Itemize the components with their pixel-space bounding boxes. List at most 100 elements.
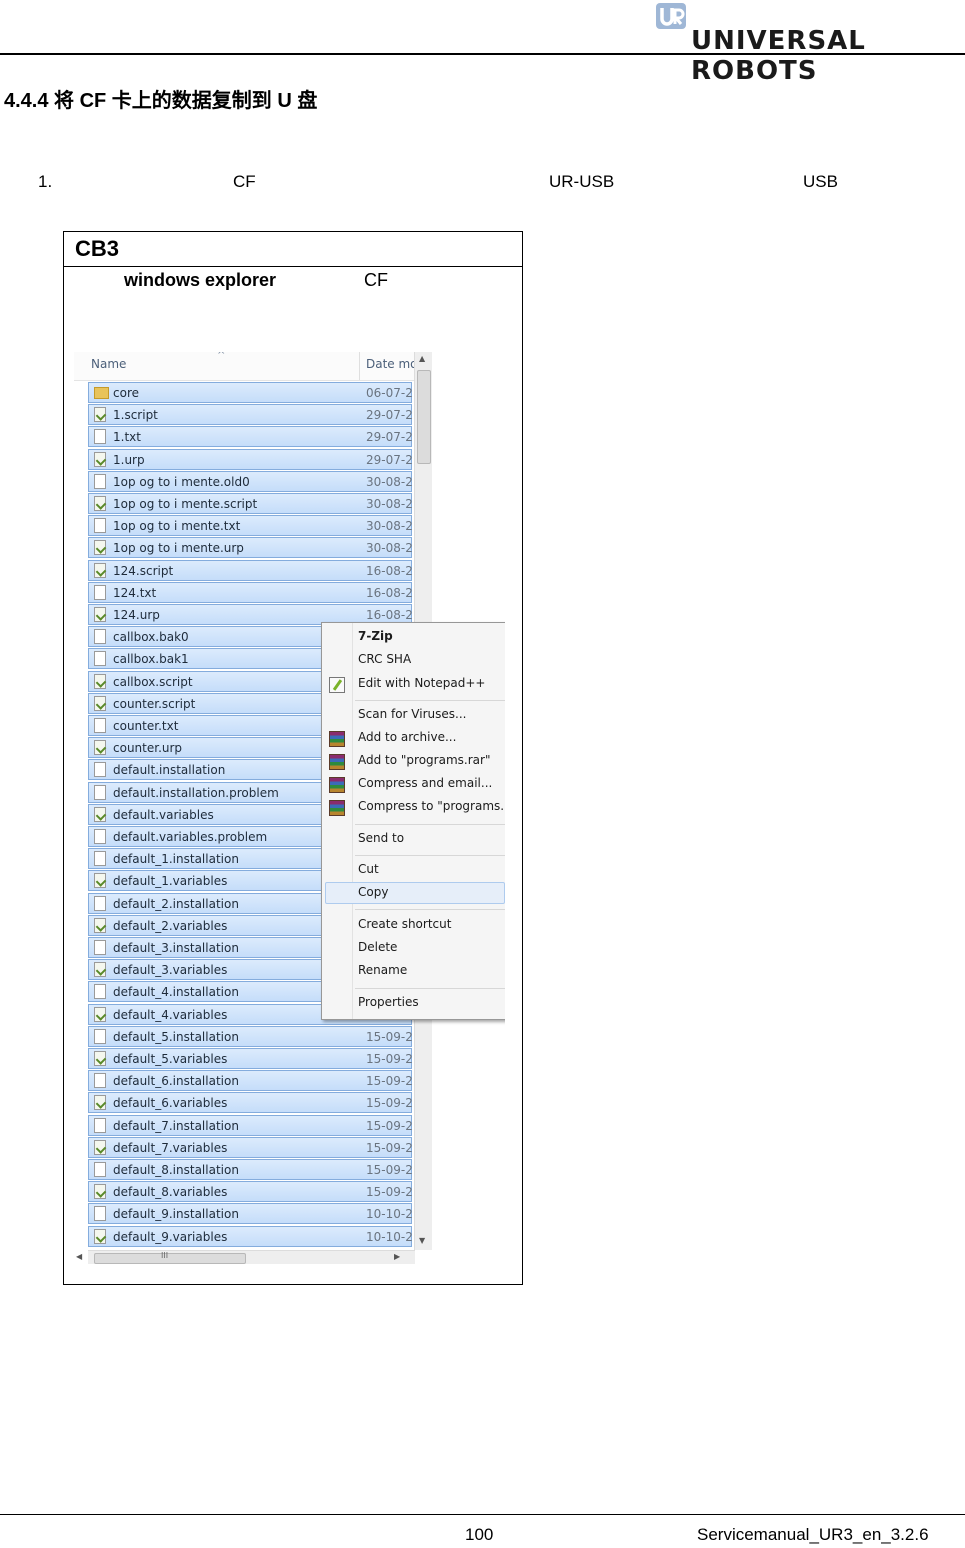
column-separator[interactable] — [359, 352, 360, 380]
file-date: 15-09-20 — [366, 1074, 412, 1089]
file-date: 16-08-20 — [366, 585, 412, 600]
file-date: 15-09-20 — [366, 1163, 412, 1177]
file-row[interactable]: default_8.installation 15-09-20 — [88, 1159, 412, 1180]
script-file-icon — [94, 806, 106, 822]
menu-item-delete[interactable]: Delete — [358, 940, 397, 954]
script-file-icon — [94, 873, 106, 889]
file-icon — [94, 940, 106, 955]
menu-icon-gutter — [352, 623, 353, 1019]
page-number: 100 — [465, 1525, 494, 1544]
menu-item-create-shortcut[interactable]: Create shortcut — [358, 917, 451, 931]
menu-item-compress-to-programs-rar-and-email[interactable]: Compress to "programs.rar" and email — [358, 799, 505, 813]
horizontal-scrollbar[interactable]: ◀ III ▶ — [76, 1250, 415, 1264]
file-row[interactable]: default_5.installation 15-09-20 — [88, 1025, 412, 1047]
scroll-down-icon[interactable]: ▼ — [419, 1236, 425, 1245]
file-name: 124.urp — [113, 608, 160, 622]
menu-item-cut[interactable]: Cut — [358, 862, 379, 876]
script-file-icon — [94, 740, 106, 756]
file-row[interactable]: default_6.variables 15-09-20 — [88, 1092, 412, 1114]
file-date: 30-08-20 — [366, 541, 412, 556]
header-divider — [0, 53, 965, 55]
file-row[interactable]: 1.script 29-07-20 — [88, 404, 412, 426]
winrar-icon — [329, 731, 345, 747]
file-name: callbox.script — [113, 674, 193, 689]
cb3-panel: CB3 windows explorer CF Name ^ Date modi… — [63, 231, 523, 1285]
file-icon — [94, 718, 106, 733]
file-icon — [94, 584, 106, 600]
file-row[interactable]: default_9.installation 10-10-20 — [88, 1203, 412, 1225]
file-row[interactable]: default_6.installation 15-09-20 — [88, 1070, 412, 1092]
file-date: 30-08-20 — [366, 497, 412, 511]
script-file-icon — [94, 1006, 106, 1022]
script-file-icon — [94, 1184, 106, 1200]
scroll-right-icon[interactable]: ▶ — [394, 1252, 400, 1261]
menu-separator — [355, 988, 505, 989]
file-name: default_6.installation — [113, 1074, 239, 1089]
file-row[interactable]: default_8.variables 15-09-20 — [88, 1181, 412, 1203]
file-name: default_4.variables — [113, 1007, 228, 1022]
menu-item-edit-with-notepad[interactable]: Edit with Notepad++ — [358, 676, 485, 690]
file-row[interactable]: 1op og to i mente.old0 30-08-20 — [88, 470, 412, 492]
column-date-header[interactable]: Date modified — [366, 357, 414, 371]
menu-item-compress-and-email[interactable]: Compress and email... — [358, 776, 492, 790]
menu-highlight — [325, 882, 505, 904]
menu-item-crc-sha[interactable]: CRC SHA — [358, 652, 411, 666]
file-date: 15-09-20 — [366, 1029, 412, 1044]
file-name: 124.txt — [113, 585, 157, 600]
vertical-scroll-thumb[interactable] — [417, 370, 431, 464]
file-row[interactable]: 1op og to i mente.urp 30-08-20 — [88, 537, 412, 559]
file-date: 15-09-20 — [366, 1185, 412, 1200]
file-date: 15-09-20 — [366, 1052, 412, 1066]
section-title: 4.4.4 将 CF 卡上的数据复制到 U 盘 — [4, 90, 318, 112]
file-row[interactable]: 124.script 16-08-20 — [88, 559, 412, 581]
winrar-icon — [329, 754, 345, 770]
script-file-icon — [94, 407, 106, 423]
file-row[interactable]: default_7.installation 15-09-20 — [88, 1114, 412, 1136]
file-name: default_7.variables — [113, 1140, 228, 1155]
cb3-title: CB3 — [75, 236, 120, 261]
script-file-icon — [94, 540, 106, 556]
menu-item-add-to-programs-rar[interactable]: Add to "programs.rar" — [358, 753, 490, 767]
menu-separator — [355, 824, 505, 825]
menu-item-send-to[interactable]: Send to — [358, 831, 404, 845]
file-name: 1op og to i mente.script — [113, 497, 258, 511]
file-date: 29-07-20 — [366, 408, 412, 423]
file-name: counter.txt — [113, 719, 179, 733]
file-row[interactable]: default_7.variables 15-09-20 — [88, 1136, 412, 1158]
script-file-icon — [94, 607, 106, 622]
file-name: default_2.installation — [113, 896, 239, 911]
file-name: 1op og to i mente.txt — [113, 519, 241, 534]
file-name: 1op og to i mente.urp — [113, 541, 244, 556]
footer-divider — [0, 1514, 965, 1515]
file-explorer: Name ^ Date modified core 06-07-20 1.scrip… — [74, 352, 505, 1264]
scroll-up-icon[interactable]: ▲ — [419, 354, 425, 363]
file-row[interactable]: 1.txt 29-07-20 — [88, 426, 412, 448]
file-icon — [94, 784, 106, 800]
notepad-plus-plus-icon — [329, 677, 345, 693]
file-row[interactable]: default_9.variables 10-10-20 — [88, 1225, 412, 1247]
file-icon — [94, 1073, 106, 1089]
menu-item-scan-for-viruses[interactable]: Scan for Viruses... — [358, 707, 466, 721]
file-name: 1.urp — [113, 452, 145, 467]
file-row[interactable]: core 06-07-20 — [88, 382, 412, 403]
file-name: default_2.variables — [113, 918, 228, 933]
file-row[interactable]: 124.txt 16-08-20 — [88, 581, 412, 603]
file-row[interactable]: 1op og to i mente.script 30-08-20 — [88, 493, 412, 514]
file-name: 124.script — [113, 563, 174, 578]
file-name: callbox.bak0 — [113, 630, 189, 645]
menu-item-rename[interactable]: Rename — [358, 963, 407, 977]
menu-item-properties[interactable]: Properties — [358, 995, 419, 1009]
file-row[interactable]: 1op og to i mente.txt 30-08-20 — [88, 515, 412, 537]
file-icon — [94, 762, 106, 778]
menu-item-copy[interactable]: Copy — [358, 885, 388, 899]
scroll-left-icon[interactable]: ◀ — [76, 1252, 82, 1261]
menu-item-add-to-archive[interactable]: Add to archive... — [358, 730, 456, 744]
column-name-header[interactable]: Name — [91, 357, 126, 371]
horizontal-scroll-thumb[interactable]: III — [94, 1251, 246, 1264]
cb3-description: windows explorer CF — [64, 270, 522, 294]
file-row[interactable]: default_5.variables 15-09-20 — [88, 1048, 412, 1069]
file-name: 1.script — [113, 408, 158, 423]
file-icon — [94, 829, 106, 844]
file-row[interactable]: 1.urp 29-07-20 — [88, 448, 412, 470]
menu-item-7-zip[interactable]: 7-Zip — [358, 629, 393, 643]
